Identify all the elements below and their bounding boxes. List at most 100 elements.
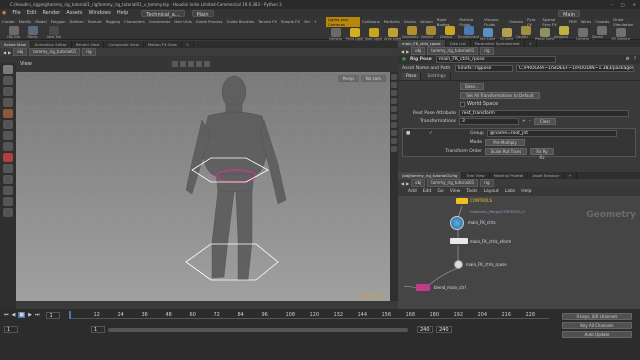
blend-node[interactable] xyxy=(416,284,430,291)
menu-edit[interactable]: Edit xyxy=(27,9,37,18)
tab-network[interactable]: /obj/tommy_rig_tutorial01/rig xyxy=(398,172,463,179)
playhead[interactable] xyxy=(69,311,72,319)
tab-param[interactable]: main_FK_ctrls_rpose xyxy=(398,40,446,47)
wireframe-icon[interactable] xyxy=(391,82,397,88)
tab-motion-fx-view[interactable]: Motion FX View xyxy=(144,41,182,48)
close-icon[interactable]: ✕ xyxy=(633,0,636,9)
rest-pose-field[interactable]: rest_transform xyxy=(459,109,629,117)
pose-tool-icon[interactable] xyxy=(3,109,13,118)
shelf-tab[interactable]: Deform xyxy=(68,19,86,24)
set-all-default-button[interactable]: Set All Transformations to Default xyxy=(460,92,540,99)
node-name-field[interactable]: main_FK_ctrls_rpose xyxy=(435,56,556,63)
shelf-tab[interactable]: Characters xyxy=(122,19,147,24)
tab-add[interactable]: + xyxy=(525,40,537,47)
end-frame-field[interactable]: 240 xyxy=(436,326,452,333)
desktop-dropdown[interactable]: Technical_a... xyxy=(141,10,185,18)
tab-composite-view[interactable]: Composite View xyxy=(104,41,144,48)
menu-tools[interactable]: Tools xyxy=(466,189,477,194)
menu-windows[interactable]: Windows xyxy=(89,9,111,18)
background-icon[interactable] xyxy=(391,138,397,144)
tab-asset-browser[interactable]: Asset Browser xyxy=(528,172,565,179)
back-arrow-icon[interactable]: ◀ xyxy=(3,50,6,55)
lights-icon[interactable] xyxy=(391,130,397,136)
minimize-icon[interactable]: – xyxy=(611,0,613,9)
menu-edit[interactable]: Edit xyxy=(423,189,432,194)
range-slider[interactable] xyxy=(108,327,408,332)
tab-param-spreadsheet[interactable]: Parameter Spreadsheet xyxy=(471,40,525,47)
handle-tool-icon[interactable] xyxy=(3,120,13,129)
go-start-icon[interactable]: ⏮ xyxy=(4,312,9,318)
rot-order-dropdown[interactable]: Rx Ry Rz xyxy=(530,148,554,160)
camera-view-icon[interactable] xyxy=(195,61,202,67)
step-back-icon[interactable]: ◀ xyxy=(12,312,16,318)
normals-icon[interactable] xyxy=(391,114,397,120)
auto-update-dropdown[interactable]: Auto Update xyxy=(562,331,632,338)
tab-scene-view[interactable]: Scene View xyxy=(0,41,31,48)
shelf-tab[interactable]: Crowds xyxy=(593,19,611,24)
light-icon[interactable] xyxy=(187,61,194,67)
shelf-tab[interactable]: Vol xyxy=(302,19,312,24)
world-space-checkbox[interactable] xyxy=(460,101,465,107)
transform-order-dropdown[interactable]: Scale Rot Trans xyxy=(485,148,527,155)
menu-layout[interactable]: Layout xyxy=(483,189,498,194)
rotate-tool-icon[interactable] xyxy=(3,87,13,96)
group-field[interactable]: @name=root_jnt xyxy=(486,130,617,137)
shelf-tab-lights[interactable]: Lights and Cameras xyxy=(326,16,360,27)
menu-file[interactable]: File xyxy=(12,9,20,18)
path-obj[interactable]: obj xyxy=(13,48,28,56)
tab-settings[interactable]: Settings xyxy=(423,73,451,80)
bones-icon[interactable] xyxy=(391,122,397,128)
view-tool-icon[interactable] xyxy=(3,131,13,140)
move-tool-icon[interactable] xyxy=(3,76,13,85)
asset-name-field[interactable]: kinefx::rigpose xyxy=(455,65,513,72)
bake-button[interactable]: Bake... xyxy=(460,83,484,90)
current-frame-field[interactable]: 1 xyxy=(46,311,61,319)
shaded-icon[interactable] xyxy=(391,90,397,96)
path-rig[interactable]: rig xyxy=(480,47,494,55)
time-ruler[interactable]: 12 24 36 48 60 72 84 96 108 120 132 144 … xyxy=(69,311,550,319)
range-start-field[interactable]: 1 xyxy=(91,326,105,333)
ghost-icon[interactable] xyxy=(391,98,397,104)
play-icon[interactable]: ▶ xyxy=(28,312,32,318)
persp-menu[interactable]: Persp xyxy=(337,75,359,82)
shelf-tab[interactable]: Modify xyxy=(17,19,34,24)
path-tommy[interactable]: tommy_rig_tutorial01 xyxy=(29,48,81,56)
path-rig[interactable]: rig xyxy=(82,48,96,56)
new-tab-tool[interactable]: New Tab xyxy=(42,26,66,39)
forward-arrow-icon[interactable]: ▶ xyxy=(406,49,409,54)
shelf-tab[interactable]: Collisions xyxy=(360,19,382,24)
tab-add[interactable]: + xyxy=(564,172,577,179)
shelf-tab[interactable]: Model xyxy=(33,19,48,24)
obj-info-tool[interactable]: OBJ Info xyxy=(4,26,23,39)
clear-button[interactable]: Clear xyxy=(534,118,557,125)
asset-path-field[interactable]: C:/PROGRA~1/SIDEEF~1/HOUDIN~1.383/packag… xyxy=(516,65,634,72)
controls-node[interactable] xyxy=(456,198,468,204)
menu-assets[interactable]: Assets xyxy=(66,9,82,18)
display-option-icon[interactable] xyxy=(391,74,397,80)
menu-labs[interactable]: Labs xyxy=(505,189,515,194)
light-tool-icon[interactable] xyxy=(3,197,13,206)
menu-help[interactable]: Help xyxy=(521,189,531,194)
shelf-tab[interactable]: Sparse Pyro FX xyxy=(540,17,566,27)
go-end-icon[interactable]: ⏭ xyxy=(35,312,40,318)
start-frame-field[interactable]: 1 xyxy=(4,326,18,333)
shelf-tab[interactable]: Wires xyxy=(579,19,594,24)
shelf-tab[interactable]: Terrain FX xyxy=(256,19,279,24)
display-icon[interactable] xyxy=(203,61,210,67)
shelf-tab[interactable]: FEM xyxy=(567,19,579,24)
shelf-tab[interactable]: Guide Brushes xyxy=(225,19,257,24)
shelf-tab[interactable]: Viscous Fluids xyxy=(482,17,507,27)
network-editor[interactable]: Geometry CONTROLS Geometry_Merge/CONTROL… xyxy=(398,196,640,309)
snap-icon[interactable] xyxy=(171,61,178,67)
forward-arrow-icon[interactable]: ▶ xyxy=(406,181,409,186)
magnet-tool-icon[interactable] xyxy=(3,175,13,184)
tab-animation-editor[interactable]: Animation Editor xyxy=(31,41,72,48)
menu-render[interactable]: Render xyxy=(42,9,60,18)
shelf-tab[interactable]: Simple FX xyxy=(279,19,302,24)
shelf-tab[interactable]: Particle Fluids xyxy=(457,17,482,27)
path-obj[interactable]: obj xyxy=(411,47,426,55)
shelf-tab[interactable]: Rigid Bodies xyxy=(435,17,457,27)
help-icon[interactable]: ? xyxy=(634,57,636,62)
tab-render-view[interactable]: Render View xyxy=(72,41,105,48)
points-display-icon[interactable] xyxy=(391,106,397,112)
